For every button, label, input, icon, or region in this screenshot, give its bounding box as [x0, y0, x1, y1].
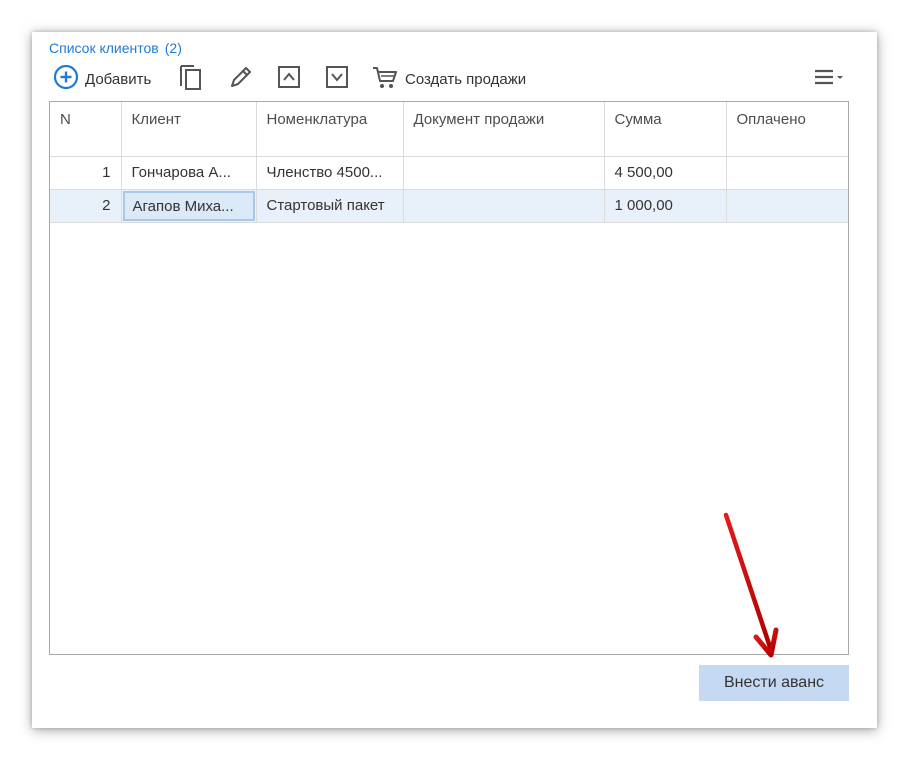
cell-client[interactable]: Гончарова А...: [121, 156, 257, 190]
move-down-button[interactable]: [324, 62, 350, 96]
client-list-panel: Список клиентов (2) Добавить Создать про…: [32, 32, 877, 728]
copy-button[interactable]: [177, 62, 205, 96]
deposit-button[interactable]: Внести аванс: [699, 665, 849, 701]
copy-icon: [177, 62, 205, 97]
cell-n[interactable]: 2: [50, 189, 122, 223]
cell-n[interactable]: 1: [50, 156, 122, 190]
column-header-sales-document[interactable]: Документ продажи: [403, 102, 605, 157]
add-circle-icon: [53, 64, 79, 95]
add-button-label: Добавить: [85, 70, 152, 88]
cell-sum[interactable]: 4 500,00: [604, 156, 727, 190]
cart-icon: [371, 63, 399, 96]
create-sales-button[interactable]: Создать продажи: [371, 62, 526, 96]
clients-table[interactable]: N Клиент Номенклатура Документ продажи С…: [49, 101, 849, 655]
cell-client-focused[interactable]: Агапов Миха...: [121, 189, 257, 223]
pencil-icon: [227, 63, 255, 96]
cell-sum[interactable]: 1 000,00: [604, 189, 727, 223]
create-sales-label: Создать продажи: [405, 70, 527, 88]
table-row[interactable]: 1 Гончарова А... Членство 4500... 4 500,…: [50, 156, 848, 190]
column-header-client[interactable]: Клиент: [121, 102, 257, 157]
column-header-n[interactable]: N: [50, 102, 122, 157]
menu-icon: [812, 64, 846, 95]
table-header-row: N Клиент Номенклатура Документ продажи С…: [50, 102, 848, 157]
cell-sales-document[interactable]: [403, 189, 605, 223]
cell-sales-document[interactable]: [403, 156, 605, 190]
add-button[interactable]: Добавить: [53, 62, 151, 96]
form-title: Список клиентов (2): [49, 40, 182, 56]
column-header-item[interactable]: Номенклатура: [256, 102, 404, 157]
more-menu-button[interactable]: [812, 62, 846, 96]
table-row-selected[interactable]: 2 Агапов Миха... Стартовый пакет 1 000,0…: [50, 189, 848, 223]
column-header-sum[interactable]: Сумма: [604, 102, 727, 157]
cell-paid[interactable]: [726, 189, 848, 223]
column-header-paid[interactable]: Оплачено: [726, 102, 848, 157]
form-title-count: (2): [164, 40, 182, 56]
move-up-button[interactable]: [276, 62, 302, 96]
edit-button[interactable]: [227, 62, 255, 96]
form-title-text: Список клиентов: [49, 40, 159, 56]
toolbar: Добавить Создать продажи: [49, 62, 849, 96]
focused-cell-text: Агапов Миха...: [122, 190, 255, 221]
cell-paid[interactable]: [726, 156, 848, 190]
move-down-icon: [324, 64, 350, 95]
cell-item[interactable]: Стартовый пакет: [256, 189, 404, 223]
move-up-icon: [276, 64, 302, 95]
cell-item[interactable]: Членство 4500...: [256, 156, 404, 190]
